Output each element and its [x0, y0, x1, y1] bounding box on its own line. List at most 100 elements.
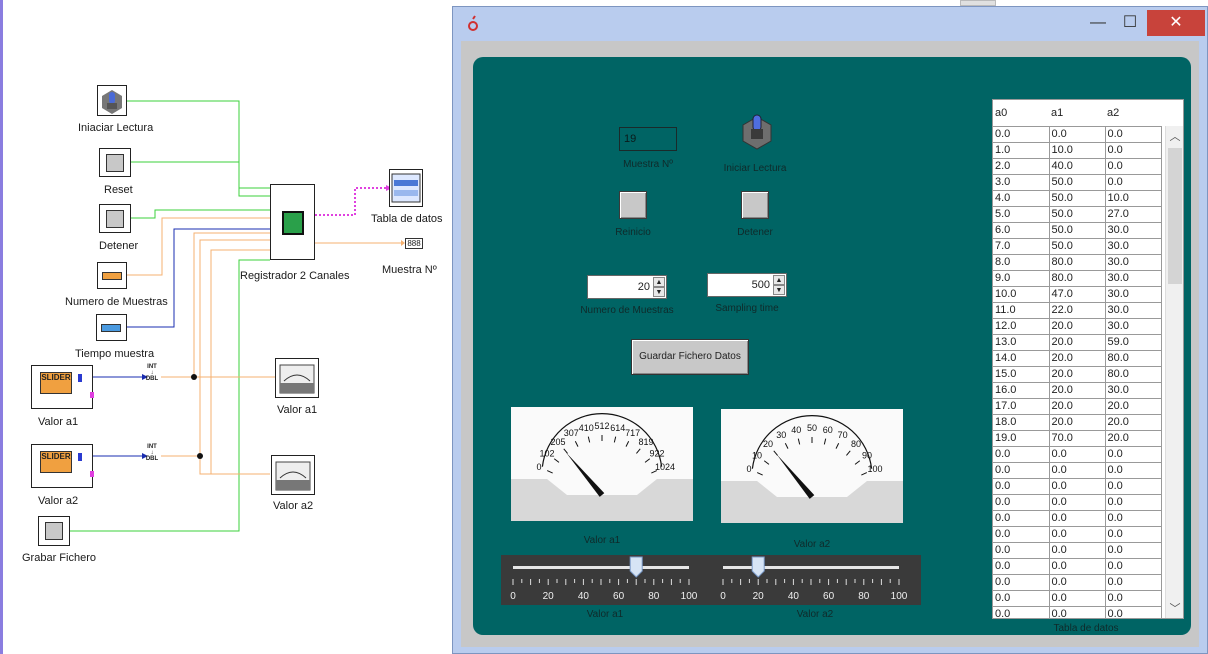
table-cell: 0.0: [993, 606, 1050, 618]
table-cell: 40.0: [1049, 158, 1106, 175]
tabla-block[interactable]: [389, 169, 423, 207]
table-cell: 27.0: [1105, 206, 1162, 223]
maximize-button[interactable]: ☐: [1115, 10, 1145, 36]
reset-block[interactable]: [99, 148, 131, 177]
table-cell: 0.0: [1049, 478, 1106, 495]
tiempo-muestra-block[interactable]: [96, 314, 127, 341]
table-cell: 6.0: [993, 222, 1050, 239]
iniciar-toggle[interactable]: [737, 111, 777, 151]
registrador-block[interactable]: [270, 184, 315, 260]
table-cell: 0.0: [993, 526, 1050, 543]
gauge-tick-label: 0: [746, 464, 751, 474]
int-dbl-converter[interactable]: INT ↓ DBL: [145, 364, 159, 382]
gauge-a2-block[interactable]: [271, 455, 315, 495]
table-row: 7.0 50.0 30.0: [993, 238, 1162, 255]
registrador-label: Registrador 2 Canales: [240, 270, 350, 282]
slider-tick-label: 60: [613, 591, 625, 602]
slider-handle: [629, 556, 643, 578]
sampling-value: 500: [751, 279, 770, 291]
slider-tick-label: 80: [858, 591, 870, 602]
table-cell: 20.0: [1049, 414, 1106, 431]
gauge-tick-label: 102: [540, 448, 555, 458]
muestra-value: 19: [619, 127, 677, 151]
int-dbl-converter[interactable]: INT ↓ DBL: [145, 444, 159, 462]
table-row: 11.0 22.0 30.0: [993, 302, 1162, 319]
table-row: 5.0 50.0 27.0: [993, 206, 1162, 223]
slider-a2-block[interactable]: SLIDER: [31, 444, 94, 488]
spin-down-icon[interactable]: ▼: [773, 285, 785, 295]
table-cell: 80.0: [1105, 350, 1162, 367]
chevron-up-icon[interactable]: ︿: [1166, 128, 1183, 144]
toggle-block[interactable]: [97, 85, 127, 116]
table-cell: 0.0: [1049, 494, 1106, 511]
numeric-input-icon: [102, 272, 122, 280]
numero-muestras-label: Numero de Muestras: [65, 296, 168, 308]
minimize-button[interactable]: —: [1083, 10, 1113, 36]
scroll-thumb[interactable]: [1168, 148, 1182, 284]
slider-a1[interactable]: 0 20 40 60 80 100: [501, 555, 711, 605]
table-cell: 30.0: [1105, 270, 1162, 287]
reinicio-button[interactable]: [619, 191, 647, 219]
table-cell: 20.0: [1049, 334, 1106, 351]
gauge-a1-block-label: Valor a1: [277, 404, 318, 416]
detener-block[interactable]: [99, 204, 131, 233]
tabla-block-label: Tabla de datos: [371, 213, 443, 225]
table-cell: 18.0: [993, 414, 1050, 431]
table-cell: 0.0: [993, 494, 1050, 511]
table-cell: 1.0: [993, 142, 1050, 159]
grabar-fichero-block[interactable]: [38, 516, 70, 546]
table-cell: 0.0: [1105, 478, 1162, 495]
slider-a2[interactable]: 0 20 40 60 80 100: [711, 555, 921, 605]
spin-up-icon[interactable]: ▲: [773, 275, 785, 285]
detener-label: Detener: [737, 227, 773, 238]
table-cell: 20.0: [1049, 366, 1106, 383]
detener-button[interactable]: [741, 191, 769, 219]
table-cell: 0.0: [993, 574, 1050, 591]
table-cell: 0.0: [1049, 446, 1106, 463]
spin-up-icon[interactable]: ▲: [653, 277, 665, 287]
table-cell: 30.0: [1105, 222, 1162, 239]
table-row: 10.0 47.0 30.0: [993, 286, 1162, 303]
table-scrollbar[interactable]: ︿ ﹀: [1165, 126, 1183, 618]
table-row: 0.0 0.0 0.0: [993, 558, 1162, 575]
table-cell: 2.0: [993, 158, 1050, 175]
table-row: 9.0 80.0 30.0: [993, 270, 1162, 287]
table-row: 0.0 0.0 0.0: [993, 606, 1162, 618]
reset-block-label: Reset: [104, 184, 133, 196]
table-cell: 0.0: [993, 558, 1050, 575]
table-row: 14.0 20.0 80.0: [993, 350, 1162, 367]
table-cell: 59.0: [1105, 334, 1162, 351]
gauge-a1-block[interactable]: [275, 358, 319, 398]
table-cell: 80.0: [1105, 366, 1162, 383]
column-header: a2: [1105, 100, 1161, 127]
chevron-down-icon[interactable]: ﹀: [1166, 600, 1183, 616]
table-cell: 9.0: [993, 270, 1050, 287]
table-cell: 11.0: [993, 302, 1050, 319]
gauge-tick-label: 10: [752, 450, 762, 460]
gauge-tick-label: 60: [823, 425, 833, 435]
slider-a1-block[interactable]: SLIDER: [31, 365, 94, 409]
num-muestras-spinner[interactable]: 20 ▲ ▼: [587, 275, 667, 299]
gauge-tick-label: 20: [763, 439, 773, 449]
guardar-button[interactable]: Guardar Fichero Datos: [631, 339, 749, 375]
table-row: 15.0 20.0 80.0: [993, 366, 1162, 383]
table-cell: 10.0: [1049, 142, 1106, 159]
button-icon: [106, 210, 124, 228]
table-cell: 20.0: [1049, 382, 1106, 399]
table-cell: 0.0: [1049, 574, 1106, 591]
tiempo-muestra-label: Tiempo muestra: [75, 348, 155, 360]
slider-icon: SLIDER: [40, 372, 72, 394]
table-cell: 0.0: [1105, 142, 1162, 159]
slider-tick-label: 40: [578, 591, 590, 602]
table-row: 18.0 20.0 20.0: [993, 414, 1162, 431]
close-button[interactable]: ✕: [1147, 10, 1205, 36]
data-table[interactable]: a0 a1 a2 0.0 0.0 0.0 1.0 10.0 0.0 2.0 40.0 0.0 3.…: [992, 99, 1184, 619]
spin-down-icon[interactable]: ▼: [653, 287, 665, 297]
sampling-spinner[interactable]: 500 ▲ ▼: [707, 273, 787, 297]
numero-muestras-block[interactable]: [97, 262, 127, 289]
gauge-tick-label: 50: [807, 423, 817, 433]
title-bar: — ☐ ✕: [453, 7, 1207, 41]
table-cell: 0.0: [1105, 462, 1162, 479]
muestra-label: Muestra Nº: [623, 159, 673, 170]
table-cell: 22.0: [1049, 302, 1106, 319]
